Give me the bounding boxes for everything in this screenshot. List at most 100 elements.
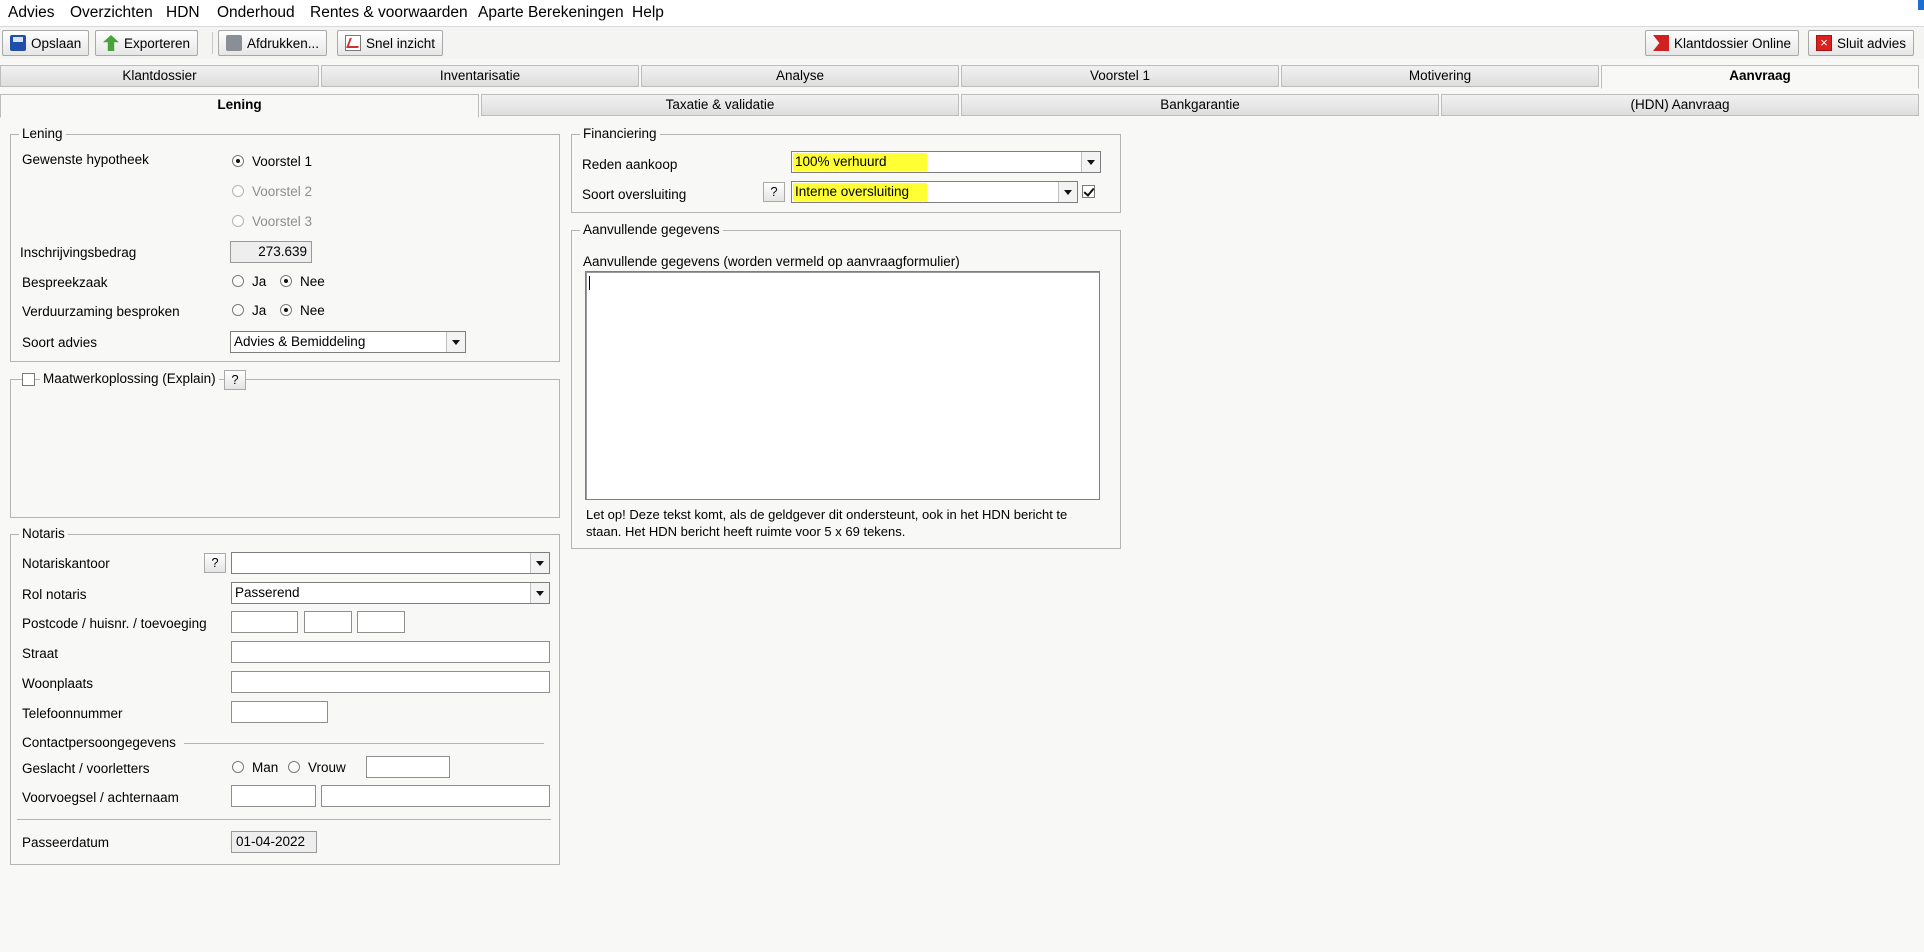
notaris-legend: Notaris [19, 526, 68, 542]
maatwerk-group: Maatwerkoplossing (Explain) ? [10, 370, 560, 518]
save-button[interactable]: Opslaan [2, 30, 90, 56]
chevron-down-icon[interactable] [446, 332, 465, 352]
klantdossier-online-label: Klantdossier Online [1674, 35, 1792, 51]
notariskantoor-select[interactable] [231, 552, 550, 574]
menu-aparte-berekeningen[interactable]: Aparte Berekeningen [478, 4, 624, 22]
hdn-note-line-1: Let op! Deze tekst komt, als de geldgeve… [586, 507, 1068, 522]
passeerdatum-label: Passeerdatum [22, 835, 110, 850]
financiering-group: Financiering Reden aankoop 100% verhuurd… [571, 126, 1121, 213]
postcode-label: Postcode / huisnr. / toevoeging [22, 616, 207, 631]
print-button[interactable]: Afdrukken... [218, 30, 328, 56]
menu-help[interactable]: Help [632, 4, 664, 22]
verduurzaming-label: Verduurzaming besproken [22, 304, 180, 319]
notariskantoor-help-button[interactable]: ? [204, 553, 226, 573]
notaris-group: Notaris Notariskantoor ? Rol notaris Pas… [10, 526, 560, 865]
rol-notaris-select[interactable]: Passerend [231, 582, 550, 604]
bespreekzaak-ja-radio[interactable] [232, 275, 244, 287]
tab-voorstel-1[interactable]: Voorstel 1 [961, 65, 1279, 87]
chevron-down-icon[interactable] [530, 553, 549, 573]
maatwerk-help-button[interactable]: ? [224, 370, 246, 390]
geslacht-vrouw-label: Vrouw [308, 760, 346, 775]
voorstel-1-radio[interactable] [232, 155, 244, 167]
inschrijvingsbedrag-field[interactable]: 273.639 [230, 241, 312, 263]
tab-klantdossier[interactable]: Klantdossier [0, 65, 319, 87]
tab-motivering[interactable]: Motivering [1281, 65, 1599, 87]
close-advice-button[interactable]: × Sluit advies [1808, 30, 1915, 56]
klantdossier-icon [1653, 35, 1669, 51]
reden-aankoop-value: 100% verhuurd [793, 153, 927, 171]
voorvoegsel-field[interactable] [231, 785, 316, 807]
voorstel-2-radio[interactable] [232, 185, 244, 197]
oversluiting-help-button[interactable]: ? [763, 182, 785, 202]
klantdossier-online-button[interactable]: Klantdossier Online [1645, 30, 1800, 56]
verduurzaming-ja-radio[interactable] [232, 304, 244, 316]
bespreekzaak-nee-radio[interactable] [280, 275, 292, 287]
soort-advies-value: Advies & Bemiddeling [234, 334, 366, 349]
maatwerk-checkbox[interactable] [22, 373, 35, 386]
chevron-down-icon[interactable] [1058, 182, 1077, 202]
achternaam-field[interactable] [321, 785, 550, 807]
tab-lening[interactable]: Lening [0, 94, 479, 118]
verduurzaming-nee-radio[interactable] [280, 304, 292, 316]
soort-advies-label: Soort advies [22, 335, 98, 350]
toevoeging-field[interactable] [357, 611, 405, 633]
straat-field[interactable] [231, 641, 550, 663]
menu-rentes-voorwaarden[interactable]: Rentes & voorwaarden [310, 4, 468, 22]
verduurzaming-ja-label: Ja [252, 303, 267, 318]
window-corner-indicator [1918, 0, 1924, 10]
aanvullende-gegevens-textarea[interactable] [585, 271, 1100, 500]
tab-bankgarantie[interactable]: Bankgarantie [961, 94, 1439, 116]
gewenste-hypotheek-label: Gewenste hypotheek [22, 152, 149, 167]
reden-aankoop-label: Reden aankoop [582, 157, 678, 172]
print-button-label: Afdrukken... [247, 35, 320, 51]
tab-hdn-aanvraag[interactable]: (HDN) Aanvraag [1441, 94, 1919, 116]
export-button[interactable]: Exporteren [95, 30, 199, 56]
save-button-label: Opslaan [31, 35, 82, 51]
verduurzaming-nee-label: Nee [300, 303, 325, 318]
telefoonnummer-label: Telefoonnummer [22, 706, 123, 721]
tab-taxatie-validatie[interactable]: Taxatie & validatie [481, 94, 959, 116]
straat-label: Straat [22, 646, 59, 661]
menu-onderhoud[interactable]: Onderhoud [217, 4, 295, 22]
printer-icon [226, 35, 242, 51]
woonplaats-label: Woonplaats [22, 676, 94, 691]
oversluiting-checkbox[interactable] [1082, 185, 1095, 198]
chevron-down-icon[interactable] [1081, 152, 1100, 172]
inschrijvingsbedrag-label: Inschrijvingsbedrag [20, 245, 137, 260]
telefoonnummer-field[interactable] [231, 701, 328, 723]
aanvullende-gegevens-label: Aanvullende gegevens (worden vermeld op … [583, 254, 960, 269]
tab-inventarisatie[interactable]: Inventarisatie [321, 65, 639, 87]
chevron-down-icon[interactable] [530, 583, 549, 603]
soort-advies-select[interactable]: Advies & Bemiddeling [230, 331, 466, 353]
aanvullende-gegevens-legend: Aanvullende gegevens [580, 222, 723, 238]
bespreekzaak-nee-label: Nee [300, 274, 325, 289]
save-icon [10, 35, 26, 51]
voorletters-field[interactable] [366, 756, 450, 778]
geslacht-man-label: Man [252, 760, 279, 775]
menu-bar: Advies Overzichten HDN Onderhoud Rentes … [0, 0, 1924, 26]
bespreekzaak-label: Bespreekzaak [22, 275, 108, 290]
tab-aanvraag[interactable]: Aanvraag [1601, 65, 1919, 89]
postcode-field[interactable] [231, 611, 298, 633]
passeerdatum-field[interactable]: 01-04-2022 [231, 831, 317, 853]
lening-group: Lening Gewenste hypotheek Voorstel 1 Voo… [10, 126, 560, 362]
notaris-divider [17, 819, 551, 820]
rol-notaris-value: Passerend [235, 585, 300, 600]
export-button-label: Exporteren [124, 35, 191, 51]
tab-analyse[interactable]: Analyse [641, 65, 959, 87]
soort-oversluiting-select[interactable]: Interne oversluiting [791, 181, 1078, 203]
menu-advies[interactable]: Advies [8, 4, 55, 22]
geslacht-vrouw-radio[interactable] [288, 761, 300, 773]
voorstel-3-radio[interactable] [232, 215, 244, 227]
huisnummer-field[interactable] [304, 611, 352, 633]
menu-overzichten[interactable]: Overzichten [70, 4, 153, 22]
geslacht-man-radio[interactable] [232, 761, 244, 773]
lening-legend: Lening [19, 126, 66, 142]
soort-oversluiting-label: Soort oversluiting [582, 187, 687, 202]
reden-aankoop-select[interactable]: 100% verhuurd [791, 151, 1101, 173]
woonplaats-field[interactable] [231, 671, 550, 693]
toolbar: Opslaan Exporteren Afdrukken... Snel inz… [0, 26, 1924, 59]
maatwerk-label: Maatwerkoplossing (Explain) [40, 371, 219, 387]
menu-hdn[interactable]: HDN [166, 4, 200, 22]
quick-insight-button[interactable]: Snel inzicht [337, 30, 444, 56]
